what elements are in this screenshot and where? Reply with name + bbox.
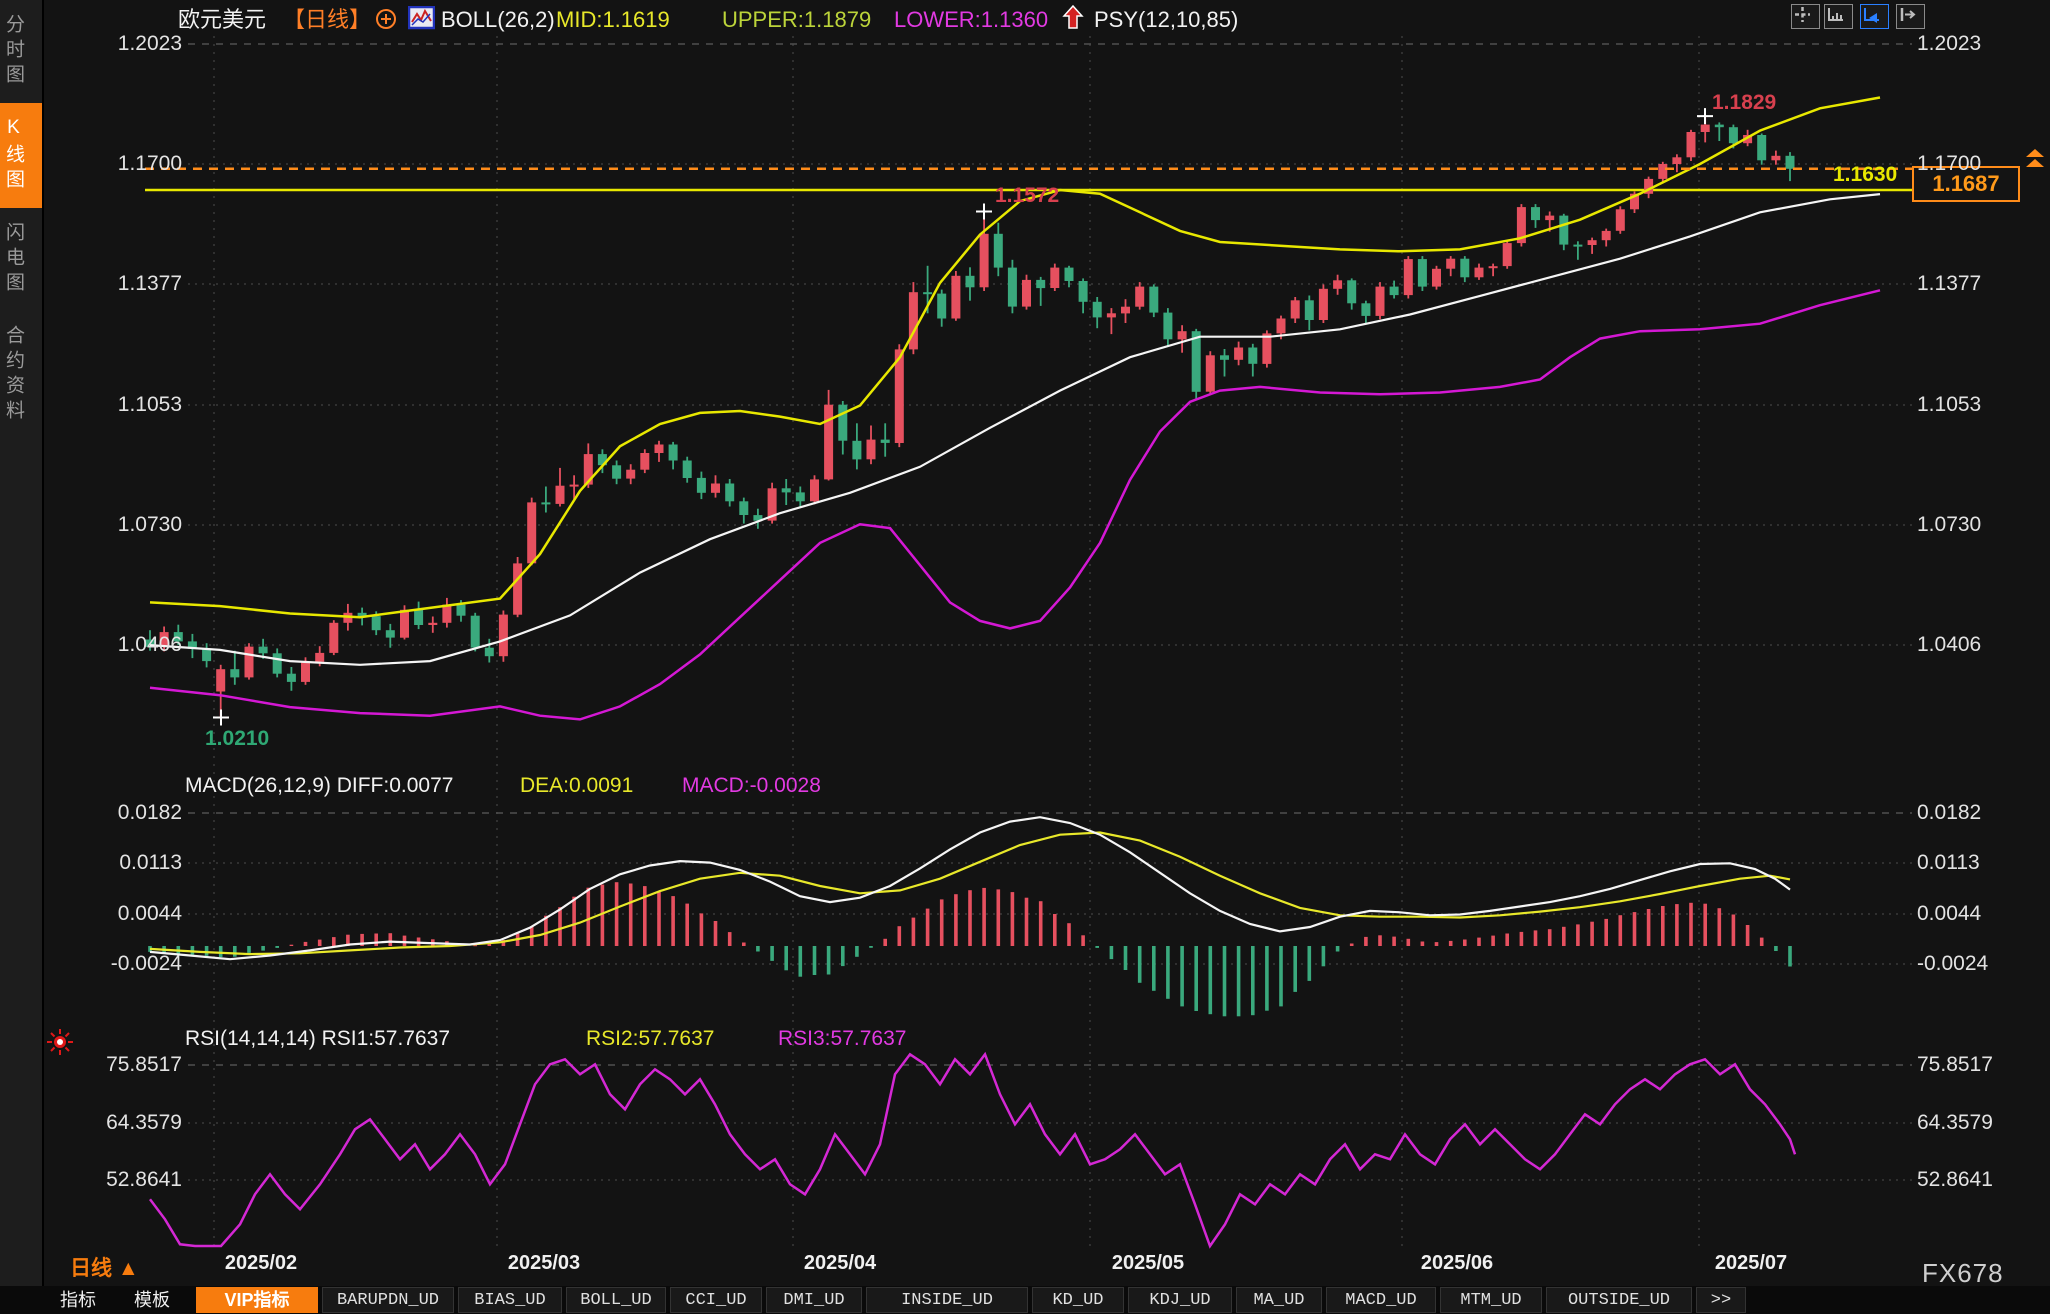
price-axis-label-right: 1.1700 <box>1917 153 1981 174</box>
tab-kdj-ud[interactable]: KDJ_UD <box>1128 1287 1232 1313</box>
rsi-axis-label-right: 75.8517 <box>1917 1054 1993 1075</box>
trading-app-window: 分时图 K线图 闪电图 合约资料 欧元美元 【日线】 BOLL(26,2) MI… <box>0 0 2050 1314</box>
candlestick-series <box>146 116 1795 717</box>
rsi-axis-label-left: 52.8641 <box>42 1169 182 1190</box>
macd-axis-label-right: 0.0182 <box>1917 802 1981 823</box>
axis-play-button[interactable] <box>1860 4 1889 29</box>
tab-cci-ud[interactable]: CCI_UD <box>670 1287 762 1313</box>
macd-label: MACD(26,12,9) DIFF:0.0077 <box>185 773 453 799</box>
symbol-title: 欧元美元 <box>178 7 266 33</box>
tab-dmi-ud[interactable]: DMI_UD <box>766 1287 862 1313</box>
macd-dea-value: DEA:0.0091 <box>520 773 633 799</box>
rsi-axis-label-right: 64.3579 <box>1917 1112 1993 1133</box>
tab-boll-ud[interactable]: BOLL_UD <box>566 1287 666 1313</box>
x-axis-label: 2025/04 <box>804 1252 876 1275</box>
x-axis-label: 2025/07 <box>1715 1252 1787 1275</box>
rsi-axis-label-right: 52.8641 <box>1917 1169 1993 1190</box>
move-tool-button[interactable] <box>1791 4 1820 29</box>
tab-kd-ud[interactable]: KD_UD <box>1032 1287 1124 1313</box>
rsi-label: RSI(14,14,14) RSI1:57.7637 <box>185 1026 450 1052</box>
axis-scale-button[interactable] <box>1824 4 1853 29</box>
price-axis-label-left: 1.2023 <box>42 33 182 54</box>
macd-axis-label-right: 0.0113 <box>1917 852 1980 873</box>
macd-axis-label-left: -0.0024 <box>42 953 182 974</box>
price-axis-label-left: 1.0406 <box>42 634 182 655</box>
psy-label: PSY(12,10,85) <box>1094 7 1238 33</box>
tab-barupdn-ud[interactable]: BARUPDN_UD <box>322 1287 454 1313</box>
rsi1-value: RSI1:57.7637 <box>322 1027 450 1050</box>
watermark: FX678 <box>1922 1258 2004 1289</box>
shift-right-button[interactable] <box>1896 4 1925 29</box>
sidebar-item-flash-chart[interactable]: 闪电图 <box>0 208 42 311</box>
price-axis-label-left: 1.0730 <box>42 514 182 535</box>
boll-upper-line <box>150 98 1880 618</box>
period-tag: 【日线】 <box>283 7 371 33</box>
feb-low-label: 1.0210 <box>205 727 269 751</box>
rsi-line <box>150 1054 1795 1246</box>
x-axis-label: 2025/06 <box>1421 1252 1493 1275</box>
macd-diff-value: DIFF:0.0077 <box>337 774 454 797</box>
indicator-tab-bar: 指标模板 VIP指标BARUPDN_UDBIAS_UDBOLL_UDCCI_UDD… <box>0 1286 2050 1314</box>
boll-lower-line <box>150 290 1880 719</box>
tab--[interactable]: >> <box>1696 1287 1746 1313</box>
tab-指标[interactable]: 指标 <box>46 1287 110 1313</box>
macd-value: MACD:-0.0028 <box>682 773 821 799</box>
boll-label: BOLL(26,2) <box>441 7 555 33</box>
april-high-label: 1.1572 <box>995 184 1059 208</box>
price-axis-label-left: 1.1053 <box>42 394 182 415</box>
price-axis-label-left: 1.1700 <box>42 153 182 174</box>
tab-inside-ud[interactable]: INSIDE_UD <box>866 1287 1028 1313</box>
boll-upper-value: UPPER:1.1879 <box>722 7 871 33</box>
x-axis-label: 2025/03 <box>508 1252 580 1275</box>
sidebar: 分时图 K线图 闪电图 合约资料 <box>0 0 44 1314</box>
extreme-point-markers <box>213 108 1713 725</box>
sidebar-item-contract-info[interactable]: 合约资料 <box>0 311 42 439</box>
price-axis-label-right: 1.0406 <box>1917 634 1981 655</box>
x-axis-label: 2025/02 <box>225 1252 297 1275</box>
x-axis-label: 2025/05 <box>1112 1252 1184 1275</box>
boll-mid-value: MID:1.1619 <box>556 7 670 33</box>
price-axis-label-right: 1.0730 <box>1917 514 1981 535</box>
sidebar-item-time-chart[interactable]: 分时图 <box>0 0 42 103</box>
tab-outside-ud[interactable]: OUTSIDE_UD <box>1546 1287 1692 1313</box>
price-axis-label-right: 1.2023 <box>1917 33 1981 54</box>
rsi-axis-label-left: 75.8517 <box>42 1054 182 1075</box>
boll-lower-value: LOWER:1.1360 <box>894 7 1048 33</box>
macd-axis-label-right: 0.0044 <box>1917 903 1981 924</box>
macd-axis-label-left: 0.0044 <box>42 903 182 924</box>
price-axis-label-right: 1.1053 <box>1917 394 1981 415</box>
rsi-axis-label-left: 64.3579 <box>42 1112 182 1133</box>
price-axis-label-right: 1.1377 <box>1917 273 1981 294</box>
alert-price-label: 1.1630 <box>1833 163 1897 187</box>
macd-axis-label-left: 0.0182 <box>42 802 182 823</box>
macd-axis-label-left: 0.0113 <box>42 852 182 873</box>
rsi2-value: RSI2:57.7637 <box>586 1026 714 1052</box>
boll-mid-line <box>150 194 1880 665</box>
sidebar-item-kline-chart[interactable]: K线图 <box>0 103 42 208</box>
tab-模板[interactable]: 模板 <box>120 1287 184 1313</box>
tab-bias-ud[interactable]: BIAS_UD <box>458 1287 562 1313</box>
period-selector[interactable]: 日线 ▲ <box>70 1252 139 1282</box>
tab-macd-ud[interactable]: MACD_UD <box>1326 1287 1436 1313</box>
tab-ma-ud[interactable]: MA_UD <box>1236 1287 1322 1313</box>
gridlines <box>188 36 1912 1246</box>
july-high-label: 1.1829 <box>1712 91 1776 115</box>
tab-mtm-ud[interactable]: MTM_UD <box>1440 1287 1542 1313</box>
price-axis-label-left: 1.1377 <box>42 273 182 294</box>
tab-vip指标[interactable]: VIP指标 <box>196 1287 318 1313</box>
rsi3-value: RSI3:57.7637 <box>778 1026 906 1052</box>
macd-axis-label-right: -0.0024 <box>1917 953 1988 974</box>
